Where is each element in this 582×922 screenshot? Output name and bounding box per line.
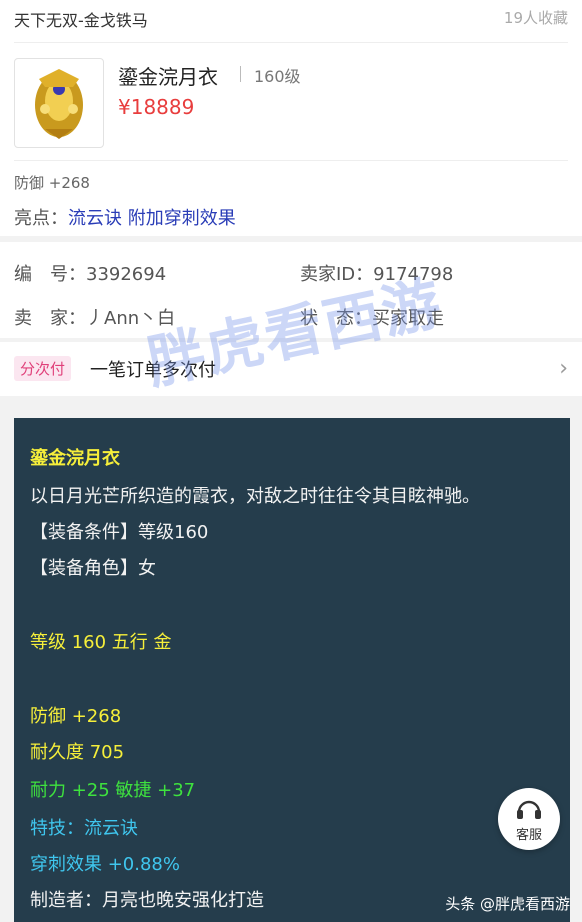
item-tooltip: 鎏金浣月衣 以日月光芒所织造的霞衣，对敌之时往往令其目眩神驰。 【装备条件】等级…	[14, 418, 570, 922]
source-credit: 头条 @胖虎看西游	[445, 895, 570, 913]
highlight-value: 流云诀 附加穿刺效果	[68, 208, 236, 229]
server-name: 天下无双-金戈铁马	[14, 11, 148, 30]
favorites-count[interactable]: 19人收藏	[504, 7, 568, 28]
tooltip-skill: 特技：流云诀	[30, 818, 138, 839]
divider	[14, 160, 568, 161]
tooltip-pierce: 穿刺效果 +0.88%	[30, 854, 180, 875]
chevron-right-icon: ›	[559, 356, 568, 381]
tooltip-title: 鎏金浣月衣	[30, 448, 120, 469]
item-level: 160级	[254, 67, 301, 86]
customer-service-button[interactable]: 客服	[498, 788, 560, 850]
item-highlight: 亮点：流云诀 附加穿刺效果	[14, 204, 236, 230]
item-defense: 防御 +268	[14, 174, 90, 192]
divider	[14, 42, 568, 43]
item-thumbnail[interactable]	[14, 58, 104, 148]
item-id: 编 号：3392694	[14, 264, 167, 285]
tooltip-durability: 耐久度 705	[30, 742, 125, 763]
customer-service-label: 客服	[515, 828, 542, 843]
item-card: 天下无双-金戈铁马 19人收藏 鎏金浣月衣 160级 ¥18889 防御 +26…	[0, 0, 582, 236]
tooltip-stats: 耐力 +25 敏捷 +37	[30, 780, 196, 801]
tooltip-grade: 等级 160 五行 金	[30, 632, 172, 653]
item-name: 鎏金浣月衣	[118, 65, 218, 89]
item-price: ¥18889	[118, 95, 195, 119]
tooltip-role: 【装备角色】女	[30, 558, 156, 579]
installment-badge: 分次付	[14, 356, 72, 381]
headset-icon	[517, 800, 541, 819]
tooltip-defense: 防御 +268	[30, 706, 122, 727]
separator	[240, 66, 241, 82]
highlight-label: 亮点：	[14, 208, 68, 229]
tooltip-requirement: 【装备条件】等级160	[30, 522, 209, 543]
armor-icon	[35, 69, 83, 139]
tooltip-maker: 制造者：月亮也晚安强化打造	[30, 890, 264, 911]
tooltip-desc: 以日月光芒所织造的霞衣，对敌之时往往令其目眩神驰。	[30, 486, 480, 507]
